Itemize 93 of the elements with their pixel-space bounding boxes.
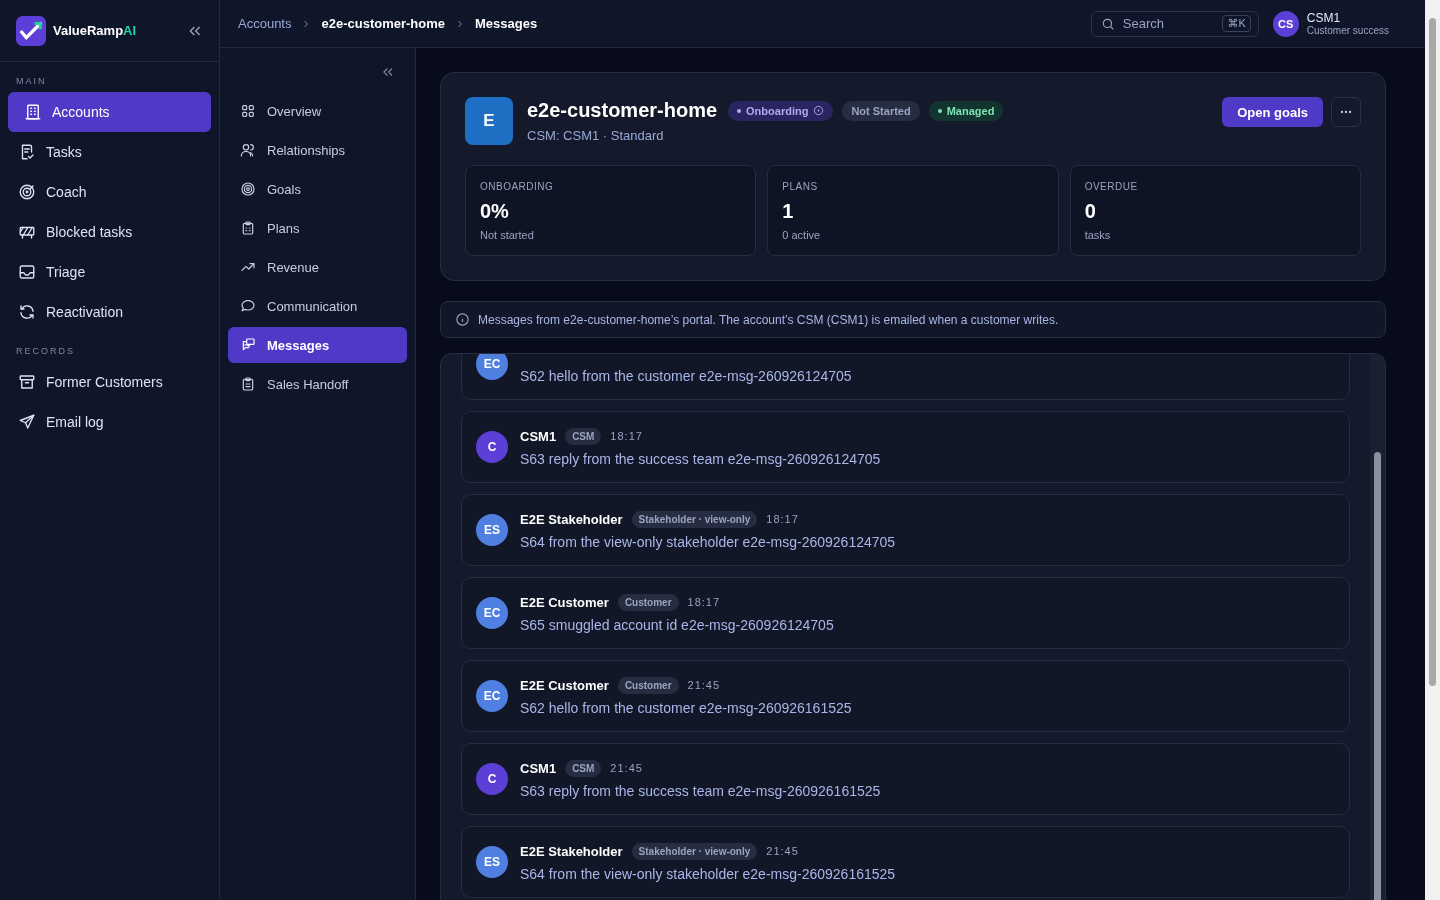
clipboard-icon (240, 376, 256, 392)
sender-name: CSM1 (520, 428, 557, 444)
info-icon (455, 312, 470, 327)
breadcrumb-link[interactable]: e2e-customer-home (321, 16, 446, 31)
stat-caption: tasks (1084, 229, 1111, 241)
grid-icon (240, 103, 256, 119)
users-icon (240, 142, 256, 158)
account-subtitle: CSM: CSM1 · Standard (527, 128, 665, 143)
sidebar-item[interactable]: Reactivation (8, 292, 211, 332)
shortcut-key: ⌘K (1222, 14, 1251, 32)
sender-avatar: C (476, 431, 508, 463)
message-time: 21:45 (687, 679, 721, 691)
status-badge: Onboarding (728, 100, 834, 121)
info-text: Messages from e2e-customer-home’s portal. The account’s CSM (CSM1) is emailed when a customer writes. (478, 312, 1059, 327)
open-goals-button[interactable]: Open goals (1222, 97, 1323, 127)
messages-icon (240, 337, 256, 353)
user-role: Customer success (1306, 25, 1389, 36)
role-tag: Stakeholder · view-only (631, 510, 758, 528)
message-text: S64 from the view-only stakeholder e2e-msg-260926161525 (520, 866, 896, 882)
stat-caption: 0 active (782, 229, 821, 241)
sidebar-item[interactable]: Coach (8, 172, 211, 212)
sender-name: E2E Stakeholder (520, 511, 623, 527)
message-time: 18:17 (766, 513, 799, 525)
sidebar-item[interactable]: Email log (8, 402, 211, 442)
message-time: 21:45 (610, 762, 643, 774)
user-name: CSM1 (1306, 11, 1342, 25)
status-badge: Managed (928, 100, 1004, 121)
sender-avatar: C (476, 763, 508, 795)
role-tag: Stakeholder · view-only (631, 842, 758, 860)
scrollbar[interactable] (1425, 0, 1440, 900)
role-tag: CSM (565, 427, 602, 445)
breadcrumb-link[interactable]: Accounts (238, 16, 292, 31)
message-text: S64 from the view-only stakeholder e2e-msg-260926124705 (520, 534, 896, 550)
sender-avatar: EC (476, 680, 508, 712)
sidebar-item[interactable]: Accounts (8, 92, 211, 132)
scrollbar[interactable] (1370, 354, 1385, 900)
nav-item[interactable]: Sales Handoff (228, 366, 407, 402)
status-badge: Not Started (842, 100, 920, 121)
clipboard-icon (240, 220, 256, 236)
sidebar-item[interactable]: Blocked tasks (8, 212, 211, 252)
archive-icon (18, 373, 36, 391)
stat-value: 0 (1084, 200, 1096, 223)
nav-item[interactable]: Plans (228, 210, 407, 246)
sender-avatar: EC (476, 597, 508, 629)
nav-item[interactable]: Overview (228, 93, 407, 129)
inbox-icon (18, 263, 36, 281)
stat-label: ONBOARDING (480, 181, 554, 192)
message-text: S63 reply from the success team e2e-msg-260926161525 (520, 783, 881, 799)
role-tag: Customer (617, 676, 679, 694)
brand-name: ValueRampAI (53, 23, 138, 38)
role-tag: Customer (617, 593, 679, 611)
sender-avatar: EC (476, 354, 508, 380)
message-text: S62 hello from the customer e2e-msg-260926161525 (520, 700, 852, 716)
role-tag: CSM (565, 759, 602, 777)
stat-caption: Not started (480, 229, 534, 241)
nav-item[interactable]: Communication (228, 288, 407, 324)
nav-item[interactable]: Relationships (228, 132, 407, 168)
nav-item[interactable]: Messages (228, 327, 407, 363)
account-name: e2e-customer-home (527, 99, 718, 122)
message-text: S65 smuggled account id e2e-msg-260926124705 (520, 617, 834, 633)
nav-item[interactable]: Revenue (228, 249, 407, 285)
message-text: S62 hello from the customer e2e-msg-260926124705 (520, 368, 852, 384)
target-icon (240, 181, 256, 197)
stat-value: 0% (480, 200, 509, 223)
refresh-icon (18, 303, 36, 321)
stat-label: OVERDUE (1084, 181, 1138, 192)
message-time: 21:45 (766, 845, 799, 857)
target-icon (18, 183, 36, 201)
nav-item[interactable]: Goals (228, 171, 407, 207)
chat-icon (240, 298, 256, 314)
sidebar-item[interactable]: Tasks (8, 132, 211, 172)
stat-value: 1 (782, 200, 794, 223)
sender-avatar: ES (476, 846, 508, 878)
user-avatar[interactable]: CS (1272, 10, 1299, 37)
sender-avatar: ES (476, 514, 508, 546)
message-time: 18:17 (687, 596, 721, 608)
account-avatar: E (465, 97, 513, 145)
send-icon (18, 413, 36, 431)
sender-name: CSM1 (520, 760, 557, 776)
sidebar-item[interactable]: Former Customers (8, 362, 211, 402)
sender-name: E2E Stakeholder (520, 843, 623, 859)
sender-name: E2E Customer (520, 594, 609, 610)
sidebar-item[interactable]: Triage (8, 252, 211, 292)
collapse-icon[interactable] (381, 65, 395, 79)
stat-label: PLANS (782, 181, 818, 192)
message-time: 18:17 (610, 430, 643, 442)
building-icon (24, 103, 42, 121)
section-title: RECORDS (15, 345, 76, 358)
section-title: MAIN (15, 75, 48, 88)
sender-name: E2E Customer (520, 677, 609, 693)
message-text: S63 reply from the success team e2e-msg-260926124705 (520, 451, 881, 467)
search-icon (1100, 16, 1115, 31)
logo-icon (16, 15, 46, 46)
